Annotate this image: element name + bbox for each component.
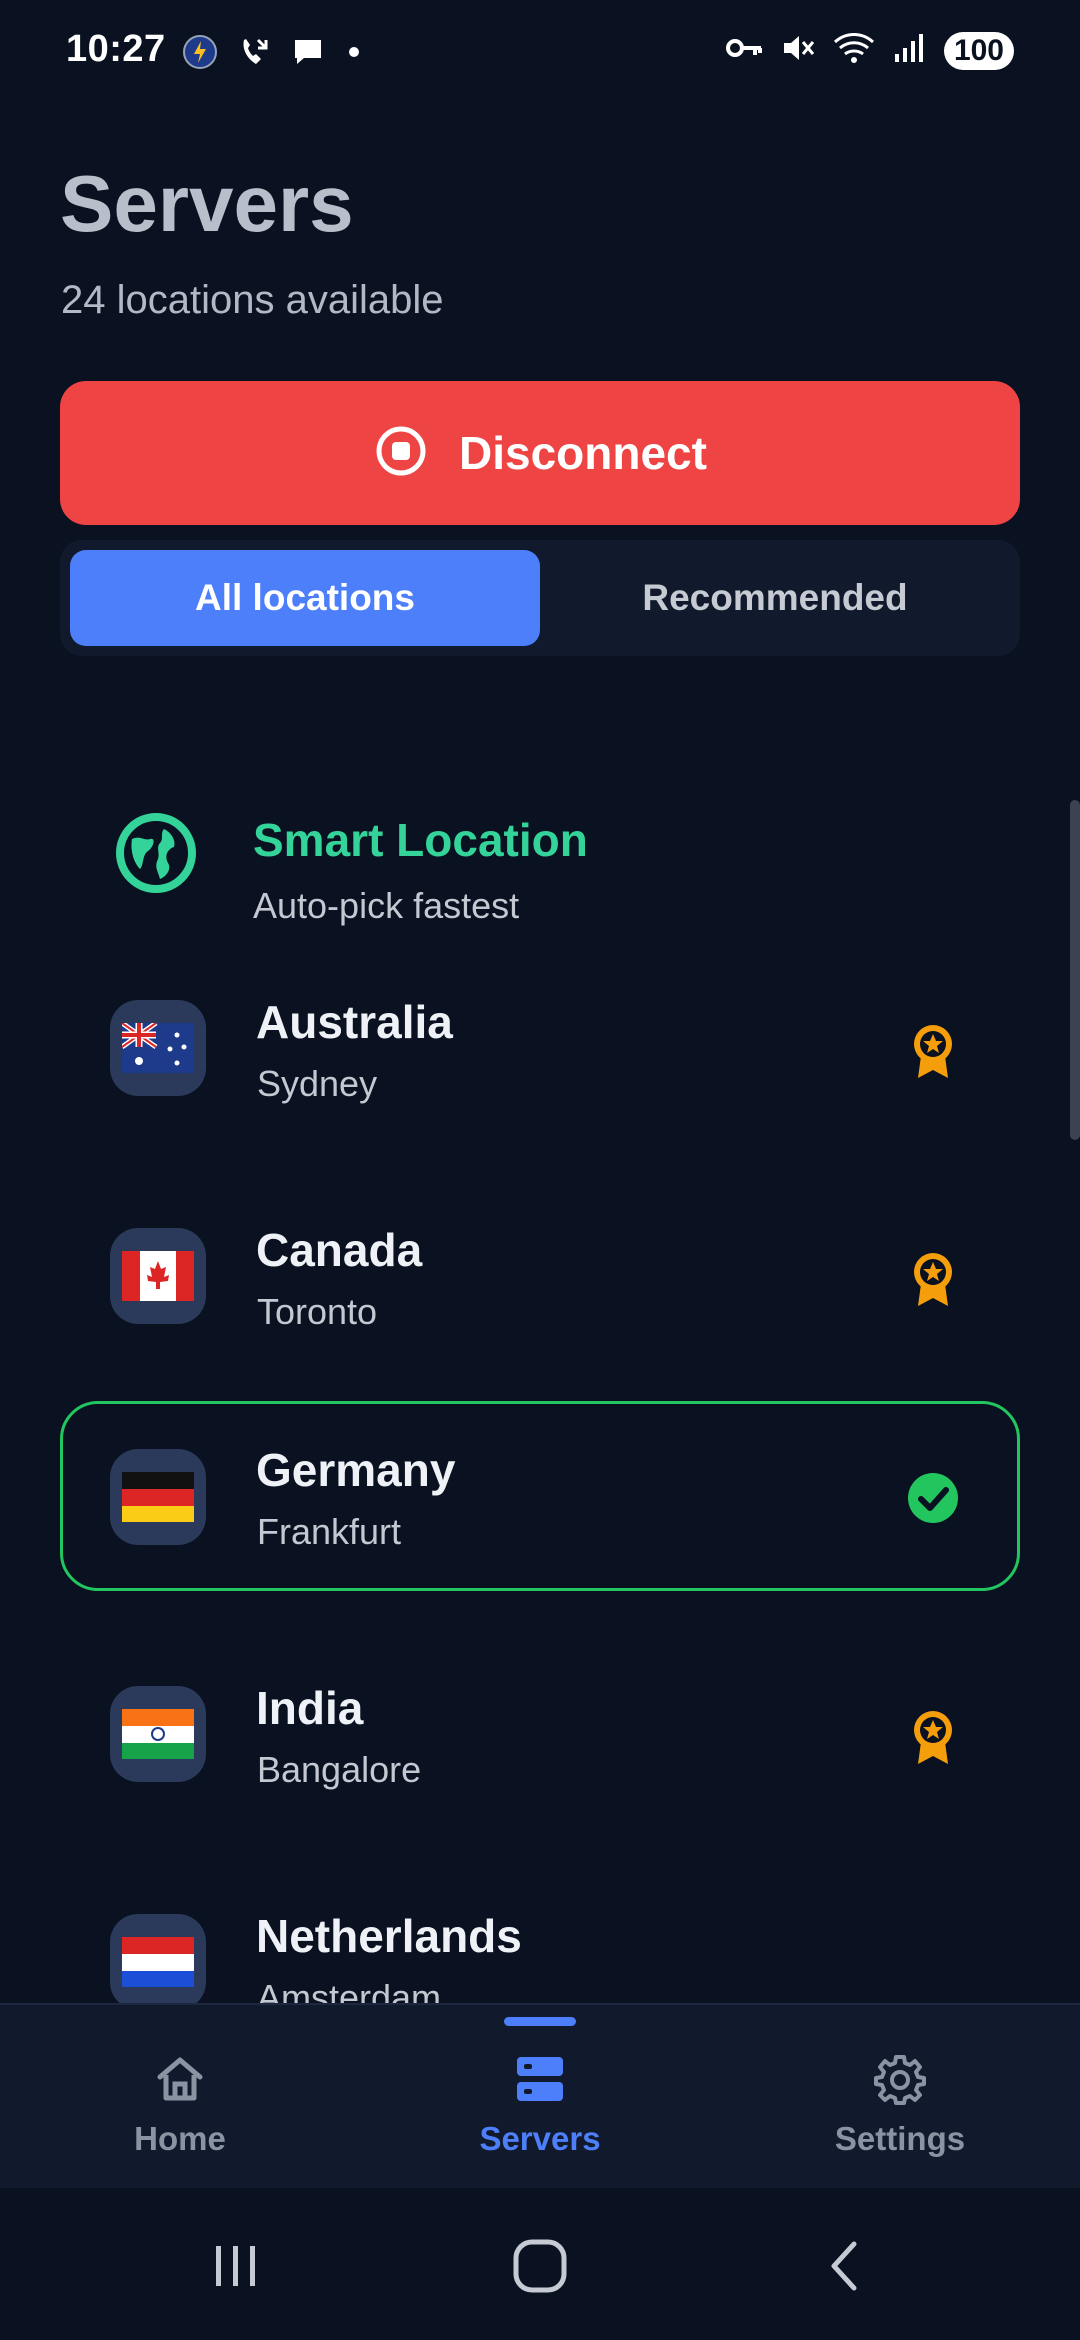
- mute-icon: [780, 30, 816, 71]
- server-title: Germany: [256, 1444, 456, 1496]
- active-tab-indicator: [504, 2017, 576, 2026]
- server-row-canada[interactable]: Canada Toronto: [60, 1181, 1020, 1371]
- server-list: Smart Location Auto-pick fastest Austral…: [0, 700, 1080, 2003]
- server-row-australia[interactable]: Australia Sydney: [60, 953, 1020, 1143]
- flag-canada-icon: [110, 1228, 206, 1324]
- server-title: Smart Location: [253, 814, 588, 866]
- list-scrollbar[interactable]: [1070, 800, 1080, 1140]
- server-subtitle: Bangalore: [257, 1749, 422, 1790]
- tab-all-locations[interactable]: All locations: [70, 550, 540, 646]
- server-title: Canada: [256, 1224, 423, 1276]
- nav-label: Settings: [834, 2120, 966, 2157]
- message-icon: [290, 34, 326, 75]
- nav-label: Home: [134, 2120, 226, 2157]
- flag-australia-icon: [110, 1000, 206, 1096]
- recent-apps-button[interactable]: [208, 2238, 264, 2294]
- gear-icon: [874, 2053, 926, 2110]
- server-title: India: [256, 1682, 364, 1734]
- server-title: Netherlands: [256, 1910, 522, 1962]
- flag-germany-icon: [110, 1449, 206, 1545]
- nav-label: Servers: [479, 2120, 601, 2157]
- status-time: 10:27: [66, 28, 166, 70]
- recommended-badge-icon: [898, 1015, 968, 1085]
- status-notification-icons: [182, 34, 364, 75]
- home-icon: [154, 2053, 206, 2110]
- server-row-netherlands[interactable]: Netherlands Amsterdam: [60, 1867, 1020, 2003]
- server-row-india[interactable]: India Bangalore: [60, 1639, 1020, 1829]
- screen: 10:27 100 Servers 24 locations available…: [0, 0, 1080, 2340]
- battery-indicator: 100: [943, 31, 1014, 70]
- missed-call-icon: [236, 34, 272, 75]
- more-notifications-dot-icon: [344, 34, 364, 75]
- server-subtitle: Auto-pick fastest: [253, 885, 520, 926]
- server-row-germany[interactable]: Germany Frankfurt: [60, 1401, 1020, 1591]
- status-system-icons: 100: [724, 30, 1014, 71]
- flag-india-icon: [110, 1686, 206, 1782]
- check-circle-icon: [898, 1463, 968, 1533]
- tab-recommended[interactable]: Recommended: [540, 550, 1010, 646]
- flag-netherlands-icon: [110, 1914, 206, 2003]
- server-title: Australia: [256, 996, 453, 1048]
- page-title: Servers: [60, 159, 354, 248]
- nav-servers[interactable]: Servers: [440, 2053, 640, 2158]
- wifi-icon: [832, 30, 876, 71]
- server-subtitle: Sydney: [257, 1063, 378, 1104]
- globe-icon: [114, 811, 198, 900]
- disconnect-button[interactable]: Disconnect: [60, 381, 1020, 525]
- location-filter-tabs: All locations Recommended: [60, 540, 1020, 656]
- locations-count: 24 locations available: [61, 278, 444, 322]
- recommended-badge-icon: [898, 1701, 968, 1771]
- servers-icon: [514, 2053, 566, 2110]
- nav-home[interactable]: Home: [80, 2053, 280, 2158]
- home-button[interactable]: [510, 2238, 570, 2294]
- system-navigation-bar: [0, 2188, 1080, 2340]
- vpn-key-icon: [724, 30, 764, 71]
- recommended-badge-icon: [898, 1243, 968, 1313]
- stop-circle-icon: [373, 423, 429, 484]
- server-subtitle: Amsterdam: [257, 1977, 442, 2003]
- signal-icon: [892, 30, 928, 71]
- status-bar: 10:27 100: [0, 0, 1080, 100]
- disconnect-label: Disconnect: [459, 427, 707, 479]
- server-subtitle: Frankfurt: [257, 1511, 402, 1552]
- nav-settings[interactable]: Settings: [800, 2053, 1000, 2158]
- vpn-app-notification-icon: [182, 34, 218, 75]
- server-row-smart-location[interactable]: Smart Location Auto-pick fastest: [60, 755, 1020, 945]
- server-subtitle: Toronto: [257, 1291, 378, 1332]
- back-button[interactable]: [820, 2238, 870, 2294]
- bottom-navigation: Home Servers Settings: [0, 2003, 1080, 2188]
